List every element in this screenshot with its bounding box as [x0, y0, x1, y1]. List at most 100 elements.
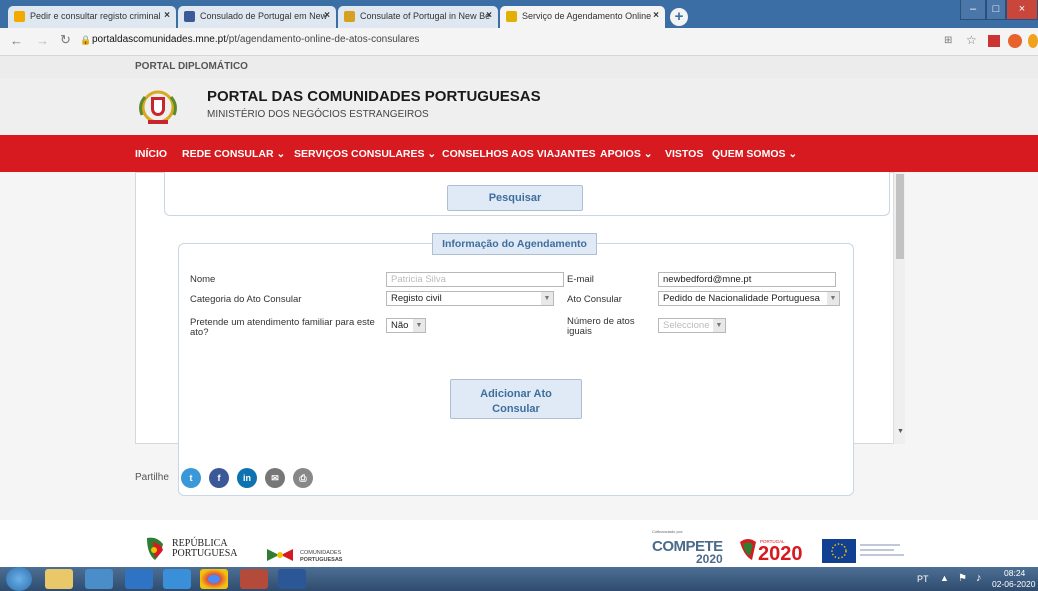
familiar-select[interactable]: Não ▼ [386, 318, 426, 333]
internet-explorer-icon[interactable] [163, 569, 191, 589]
portugal-2020-text: 2020 [758, 543, 803, 565]
add-button-line-2: Consular [492, 403, 540, 415]
chevron-down-icon: ▼ [541, 292, 553, 305]
scrollbar-thumb[interactable] [896, 174, 904, 259]
eu-text-decoration [860, 544, 900, 546]
close-icon[interactable]: × [653, 10, 659, 21]
forward-icon[interactable]: → [36, 33, 49, 48]
site-header: PORTAL DAS COMUNIDADES PORTUGUESAS MINIS… [0, 78, 1038, 135]
facebook-icon[interactable]: f [209, 468, 229, 488]
back-icon[interactable]: ← [10, 33, 23, 48]
extension-icon[interactable] [1028, 34, 1038, 48]
translate-icon[interactable]: ⊞ [944, 35, 952, 46]
nav-quem-somos[interactable]: QUEM SOMOS ⌄ [712, 148, 797, 160]
eu-text-decoration [860, 549, 894, 551]
page-content: ▼ Pesquisar Informação do Agendamento No… [0, 172, 1038, 567]
browser-tab-2[interactable]: Consulado de Portugal em New × [178, 6, 336, 28]
facebook-icon [184, 11, 195, 22]
site-footer: REPÚBLICA PORTUGUESA COMUNIDADES PORTUGU… [0, 520, 1038, 567]
nome-input[interactable]: Patricia Silva [386, 272, 564, 287]
numero-atos-select[interactable]: Seleccione ▼ [658, 318, 726, 333]
extension-icon[interactable] [988, 35, 1000, 47]
clock-time[interactable]: 08:24 [1004, 568, 1025, 578]
nav-conselhos-viajantes[interactable]: CONSELHOS AOS VIAJANTES [442, 148, 596, 160]
nav-servicos-consulares[interactable]: SERVIÇOS CONSULARES ⌄ [294, 148, 436, 160]
familiar-label-cont: ato? [190, 327, 209, 338]
chevron-down-icon: ▼ [713, 319, 725, 332]
eu-flag-icon [822, 539, 856, 563]
browser-tab-3[interactable]: Consulate of Portugal in New Be × [338, 6, 498, 28]
main-nav: INÍCIO REDE CONSULAR ⌄ SERVIÇOS CONSULAR… [0, 135, 1038, 172]
ato-consular-label: Ato Consular [567, 294, 622, 305]
chrome-icon[interactable] [200, 569, 228, 589]
tab-title: Serviço de Agendamento Online [522, 11, 652, 21]
language-indicator[interactable]: PT [917, 574, 929, 584]
taskbar-app-icon[interactable] [240, 569, 268, 589]
panel-scrollbar[interactable]: ▼ [893, 172, 905, 444]
categoria-select[interactable]: Registo civil ▼ [386, 291, 554, 306]
site-title[interactable]: PORTAL DAS COMUNIDADES PORTUGUESAS [207, 88, 541, 105]
search-button[interactable]: Pesquisar [447, 185, 583, 211]
browser-tab-1[interactable]: Pedir e consultar registo criminal × [8, 6, 176, 28]
categoria-label: Categoria do Ato Consular [190, 294, 302, 305]
nav-vistos[interactable]: VISTOS [665, 148, 703, 160]
print-icon[interactable]: ⎙ [293, 468, 313, 488]
taskbar-app-icon[interactable] [85, 569, 113, 589]
portal-topbar: PORTAL DIPLOMÁTICO [0, 56, 1038, 78]
nav-apoios[interactable]: APOIOS ⌄ [600, 148, 653, 160]
scroll-down-icon[interactable]: ▼ [897, 428, 904, 435]
eu-text-decoration [860, 554, 904, 556]
categoria-value: Registo civil [391, 293, 442, 304]
browser-tab-4[interactable]: Serviço de Agendamento Online × [500, 6, 665, 28]
portugal-coat-of-arms-icon[interactable] [134, 85, 182, 129]
comunidades-logo-icon [267, 549, 293, 561]
windows-taskbar: PT ▲ ⚑ ♪ 08:24 02-06-2020 [0, 567, 1038, 591]
numero-atos-label-cont: iguais [567, 326, 592, 337]
email-label: E-mail [567, 274, 594, 285]
republica-portuguesa-logo-icon [147, 537, 163, 560]
appointment-info-title: Informação do Agendamento [432, 233, 597, 255]
comunidades-text: COMUNIDADES [300, 550, 342, 556]
close-icon[interactable]: × [486, 10, 492, 21]
file-explorer-icon[interactable] [45, 569, 73, 589]
nav-rede-consular[interactable]: REDE CONSULAR ⌄ [182, 148, 285, 160]
email-input[interactable]: newbedford@mne.pt [658, 272, 836, 287]
outlook-icon[interactable] [125, 569, 153, 589]
network-icon[interactable]: ⚑ [958, 573, 967, 584]
ato-consular-select[interactable]: Pedido de Nacionalidade Portuguesa ▼ [658, 291, 840, 306]
email-icon[interactable]: ✉ [265, 468, 285, 488]
close-window-button[interactable]: × [1006, 0, 1038, 20]
close-icon[interactable]: × [164, 10, 170, 21]
profile-icon[interactable] [1008, 34, 1022, 48]
address-bar: ← → ↻ 🔒 portaldascomunidades.mne.pt/pt/a… [0, 28, 1038, 56]
clock-date[interactable]: 02-06-2020 [992, 579, 1035, 589]
tray-expand-icon[interactable]: ▲ [940, 573, 949, 583]
familiar-value: Não [391, 320, 409, 331]
compete-year-text: 2020 [696, 552, 723, 566]
close-icon[interactable]: × [324, 10, 330, 21]
reload-icon[interactable]: ↻ [60, 32, 71, 48]
star-icon[interactable]: ☆ [966, 33, 977, 47]
nav-inicio[interactable]: INÍCIO [135, 148, 167, 160]
linkedin-icon[interactable]: in [237, 468, 257, 488]
add-button-line-1: Adicionar Ato [480, 388, 552, 400]
word-icon[interactable] [278, 569, 306, 589]
nome-label: Nome [190, 274, 216, 285]
portuguesas-text: PORTUGUESAS [300, 557, 343, 563]
minimize-button[interactable]: – [960, 0, 986, 20]
site-subtitle: MINISTÉRIO DOS NEGÓCIOS ESTRANGEIROS [207, 109, 429, 120]
site-icon [344, 11, 355, 22]
numero-atos-value: Seleccione [663, 320, 710, 331]
url-field[interactable]: portaldascomunidades.mne.pt/pt/agendamen… [92, 34, 419, 45]
tab-title: Consulado de Portugal em New [200, 11, 328, 21]
volume-icon[interactable]: ♪ [976, 572, 982, 584]
maximize-button[interactable]: □ [986, 0, 1006, 20]
cofinanciado-text: Cofinanciado por: [652, 529, 684, 534]
twitter-icon[interactable]: t [181, 468, 201, 488]
portal-diplomatico-link[interactable]: PORTAL DIPLOMÁTICO [135, 61, 248, 72]
portugal-2020-logo-icon [740, 539, 756, 560]
start-button[interactable] [6, 567, 32, 591]
add-ato-consular-button[interactable]: Adicionar Ato Consular [450, 379, 582, 419]
new-tab-button[interactable]: + [670, 8, 688, 26]
site-icon [14, 11, 25, 22]
